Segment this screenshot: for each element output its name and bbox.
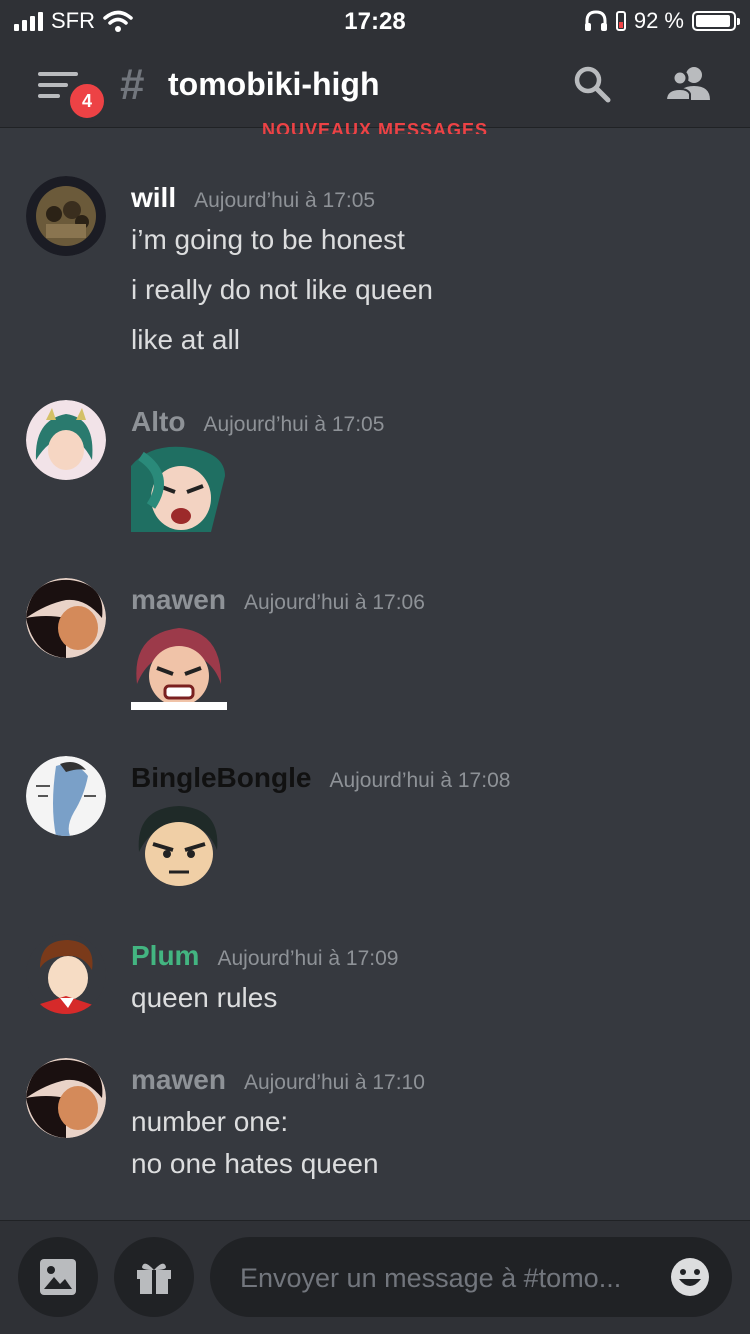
channel-title[interactable]: tomobiki-high <box>168 66 380 103</box>
message-composer <box>0 1220 750 1334</box>
avatar[interactable] <box>26 756 106 836</box>
sticker-image[interactable] <box>131 624 227 710</box>
status-right: 92 % <box>584 8 740 34</box>
message-header: mawen Aujourd’hui à 17:10 <box>131 1064 425 1096</box>
timestamp: Aujourd’hui à 17:05 <box>194 189 376 212</box>
author-name[interactable]: mawen <box>131 584 226 616</box>
battery-icon <box>692 11 740 31</box>
timestamp: Aujourd’hui à 17:08 <box>329 769 511 792</box>
gift-button[interactable] <box>114 1237 194 1317</box>
avatar[interactable] <box>26 578 106 658</box>
timestamp: Aujourd’hui à 17:10 <box>243 1071 425 1094</box>
avatar[interactable] <box>26 176 106 256</box>
battery-percent: 92 % <box>633 8 684 33</box>
headphones-icon <box>584 10 607 31</box>
sticker-image[interactable] <box>131 802 227 888</box>
status-bar: SFR 17:28 92 % <box>0 0 750 44</box>
message-input[interactable] <box>238 1237 662 1319</box>
author-name[interactable]: Alto <box>131 406 185 438</box>
timestamp: Aujourd’hui à 17:06 <box>243 591 425 614</box>
new-messages-separator: NOUVEAUX MESSAGES <box>261 120 489 134</box>
avatar[interactable] <box>26 1058 106 1138</box>
message-text: like at all <box>131 324 240 355</box>
headphone-battery-icon <box>615 11 626 31</box>
gift-icon <box>137 1263 171 1294</box>
message-input-container <box>210 1237 732 1319</box>
message-text: i really do not like queen <box>131 274 433 305</box>
author-name[interactable]: mawen <box>131 1064 226 1096</box>
timestamp: Aujourd’hui à 17:05 <box>203 413 385 436</box>
message-text: number one: <box>131 1106 289 1137</box>
author-name[interactable]: Plum <box>131 940 199 972</box>
author-name[interactable]: will <box>131 182 176 214</box>
message-header: Plum Aujourd’hui à 17:09 <box>131 940 398 972</box>
attach-image-button[interactable] <box>18 1237 98 1317</box>
search-icon[interactable] <box>572 64 612 104</box>
members-icon[interactable] <box>664 64 712 104</box>
message-header: BingleBongle Aujourd’hui à 17:08 <box>131 762 510 794</box>
emoji-icon[interactable] <box>670 1257 710 1297</box>
hash-icon: # <box>120 60 145 109</box>
message-text: no one hates queen <box>131 1148 379 1179</box>
timestamp: Aujourd’hui à 17:09 <box>217 947 399 970</box>
message-header: Alto Aujourd’hui à 17:05 <box>131 406 384 438</box>
avatar[interactable] <box>26 400 106 480</box>
message-text: queen rules <box>131 982 278 1013</box>
author-name[interactable]: BingleBongle <box>131 762 311 794</box>
message-header: mawen Aujourd’hui à 17:06 <box>131 584 425 616</box>
image-icon <box>40 1259 76 1295</box>
message-text: i’m going to be honest <box>131 224 405 255</box>
sticker-image[interactable] <box>131 446 227 532</box>
avatar[interactable] <box>26 934 106 1014</box>
message-header: will Aujourd’hui à 17:05 <box>131 182 375 214</box>
